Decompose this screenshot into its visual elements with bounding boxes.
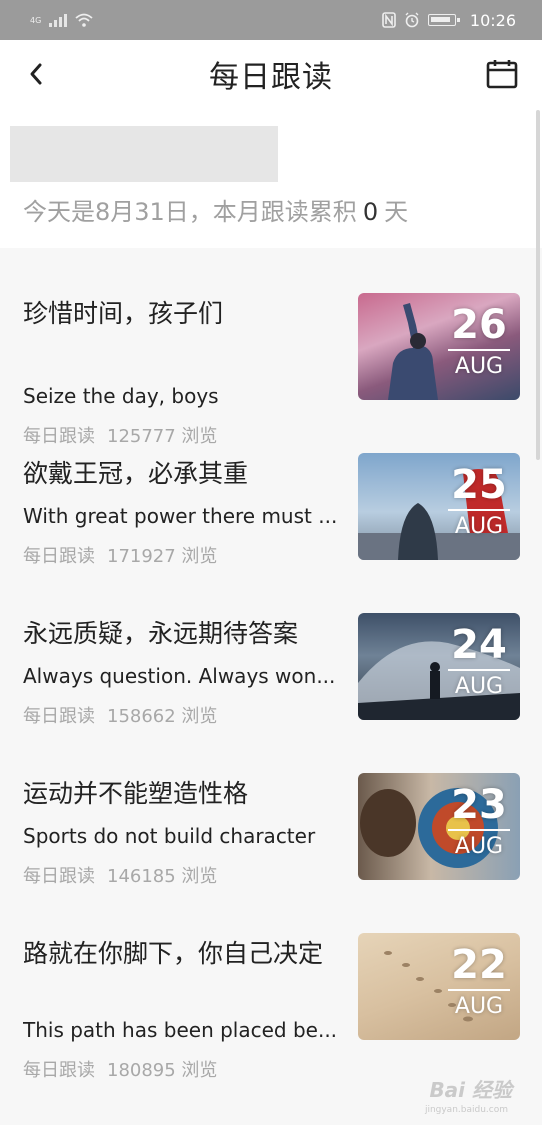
calendar-button[interactable] xyxy=(486,58,518,90)
thumbnail-date: 22 AUG xyxy=(448,943,510,1019)
status-bar: 4G 10:26 xyxy=(0,0,542,40)
calendar-icon xyxy=(486,60,518,89)
article-meta: 每日跟读 158662 浏览 xyxy=(23,702,217,728)
article-subtitle: Seize the day, boys xyxy=(23,384,219,408)
summary-count: 0 xyxy=(362,198,379,226)
status-right: 10:26 xyxy=(382,11,516,30)
nav-bar: 每日跟读 xyxy=(0,40,542,108)
article-thumbnail: 26 AUG xyxy=(358,293,520,400)
article-source: 每日跟读 xyxy=(23,866,95,887)
thumbnail-date: 26 AUG xyxy=(448,303,510,379)
article-views: 171927 浏览 xyxy=(107,546,218,567)
page-title: 每日跟读 xyxy=(209,60,333,95)
thumbnail-day: 22 xyxy=(451,942,507,988)
thumbnail-divider xyxy=(448,829,510,831)
thumbnail-day: 26 xyxy=(451,302,507,348)
thumbnail-day: 23 xyxy=(451,782,507,828)
thumbnail-day: 25 xyxy=(451,462,507,508)
summary-prefix: 今天是8月31日，本月跟读累积 xyxy=(23,198,357,226)
article-source: 每日跟读 xyxy=(23,1060,95,1081)
summary-suffix: 天 xyxy=(384,198,409,226)
thumbnail-date: 25 AUG xyxy=(448,463,510,539)
summary-text: 今天是8月31日，本月跟读累积 0 天 xyxy=(23,192,408,227)
thumbnail-month: AUG xyxy=(454,834,504,859)
article-views: 125777 浏览 xyxy=(107,426,218,447)
article-meta: 每日跟读 146185 浏览 xyxy=(23,862,217,888)
wifi-icon xyxy=(75,13,93,27)
status-left: 4G xyxy=(30,13,93,27)
watermark-logo: Bai 经验 xyxy=(429,1078,512,1102)
alarm-icon xyxy=(405,12,419,28)
thumbnail-month: AUG xyxy=(454,354,504,379)
article-title: 路就在你脚下，你自己决定 xyxy=(23,939,324,968)
thumbnail-month: AUG xyxy=(454,514,504,539)
article-meta: 每日跟读 180895 浏览 xyxy=(23,1056,217,1082)
thumbnail-month: AUG xyxy=(454,674,504,699)
network-type: 4G xyxy=(30,15,42,25)
list-item[interactable]: 运动并不能塑造性格 Sports do not build character … xyxy=(0,768,542,928)
list-item[interactable]: 永远质疑，永远期待答案 Always question. Always won.… xyxy=(0,608,542,768)
article-title: 运动并不能塑造性格 xyxy=(23,779,249,808)
user-name-placeholder xyxy=(10,126,278,182)
thumbnail-divider xyxy=(448,669,510,671)
article-thumbnail: 25 AUG xyxy=(358,453,520,560)
article-subtitle: Sports do not build character xyxy=(23,824,316,848)
chevron-left-icon xyxy=(30,63,42,85)
article-title: 珍惜时间，孩子们 xyxy=(23,299,224,328)
list-item[interactable]: 欲戴王冠，必承其重 With great power there must ..… xyxy=(0,448,542,608)
article-meta: 每日跟读 125777 浏览 xyxy=(23,422,217,448)
article-thumbnail: 23 AUG xyxy=(358,773,520,880)
article-source: 每日跟读 xyxy=(23,706,95,727)
thumbnail-date: 24 AUG xyxy=(448,623,510,699)
reading-summary: 今天是8月31日，本月跟读累积 0 天 xyxy=(0,108,542,248)
article-title: 欲戴王冠，必承其重 xyxy=(23,459,249,488)
watermark-url: jingyan.baidu.com xyxy=(424,1105,508,1115)
article-thumbnail: 24 AUG xyxy=(358,613,520,720)
list-item[interactable]: 珍惜时间，孩子们 Seize the day, boys 每日跟读 125777 … xyxy=(0,288,542,448)
status-time: 10:26 xyxy=(469,10,516,30)
article-views: 180895 浏览 xyxy=(107,1060,218,1081)
article-views: 146185 浏览 xyxy=(107,866,218,887)
thumbnail-divider xyxy=(448,989,510,991)
article-source: 每日跟读 xyxy=(23,426,95,447)
battery-icon xyxy=(427,14,460,26)
article-views: 158662 浏览 xyxy=(107,706,218,727)
article-title: 永远质疑，永远期待答案 xyxy=(23,619,299,648)
article-subtitle: Always question. Always won... xyxy=(23,664,336,688)
article-meta: 每日跟读 171927 浏览 xyxy=(23,542,217,568)
thumbnail-divider xyxy=(448,349,510,351)
back-button[interactable] xyxy=(18,54,54,94)
article-source: 每日跟读 xyxy=(23,546,95,567)
nfc-icon xyxy=(382,12,396,28)
thumbnail-month: AUG xyxy=(454,994,504,1019)
article-thumbnail: 22 AUG xyxy=(358,933,520,1040)
thumbnail-divider xyxy=(448,509,510,511)
article-subtitle: With great power there must ... xyxy=(23,504,338,528)
thumbnail-date: 23 AUG xyxy=(448,783,510,859)
signal-icon xyxy=(49,13,68,27)
article-subtitle: This path has been placed be... xyxy=(23,1018,338,1042)
thumbnail-day: 24 xyxy=(451,622,507,668)
